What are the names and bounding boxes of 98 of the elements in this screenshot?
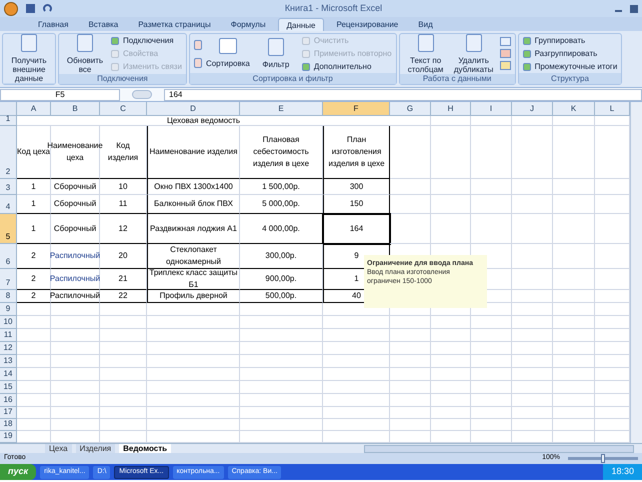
table-cell: Распилочный (51, 244, 100, 269)
column-header[interactable]: F (323, 102, 390, 116)
row-header[interactable]: 14 (0, 368, 17, 381)
ribbon-tab[interactable]: Разметка страницы (130, 18, 219, 31)
column-header[interactable]: I (471, 102, 512, 116)
row-header[interactable]: 2 (0, 126, 17, 179)
table-cell: 4 000,00р. (240, 214, 323, 244)
group-label: Структура (550, 74, 589, 82)
table-cell: 10 (100, 179, 147, 195)
table-cell: 5 000,00р. (240, 195, 323, 214)
ribbon-tab[interactable]: Вид (410, 18, 441, 31)
ribbon-tab[interactable]: Главная (30, 18, 76, 31)
table-cell: Окно ПВХ 1300x1400 (147, 179, 240, 195)
table-cell: 164 (323, 214, 390, 244)
column-heading: План изготовления изделия в цехе (323, 126, 390, 179)
column-heading: Плановая себестоимость изделия в цехе (240, 126, 323, 179)
row-header[interactable]: 13 (0, 355, 17, 368)
table-cell: Сборочный (51, 214, 100, 244)
table-cell: Раздвижная лоджия А1 (147, 214, 240, 244)
row-header[interactable]: 19 (0, 431, 17, 443)
table-cell: 12 (100, 214, 147, 244)
ribbon-button[interactable]: Обновить все (63, 34, 107, 74)
table-cell: 2 (17, 290, 51, 303)
ribbon-tab[interactable]: Рецензирование (328, 18, 406, 31)
clock: 18:30 (611, 465, 634, 478)
ribbon-button[interactable]: Текст по столбцам (404, 34, 448, 74)
column-header[interactable]: K (553, 102, 595, 116)
ribbon-tab[interactable]: Формулы (222, 18, 274, 31)
column-header[interactable]: E (240, 102, 323, 116)
table-cell: 1 (17, 179, 51, 195)
sheet-tab[interactable]: Цеха (45, 444, 72, 454)
ribbon-button[interactable]: Получить внешние данные (7, 34, 51, 83)
ribbon-button[interactable]: Группировать (522, 36, 618, 46)
sort-button[interactable]: Сортировка (206, 38, 250, 70)
ribbon-tab[interactable]: Данные (278, 18, 324, 31)
column-header[interactable]: A (17, 102, 51, 116)
table-cell: Сборочный (51, 179, 100, 195)
column-heading: Наименование изделия (147, 126, 240, 179)
row-header[interactable]: 9 (0, 303, 17, 316)
formula-field[interactable]: 164 (164, 88, 642, 100)
table-cell: 1 500,00р. (240, 179, 323, 195)
table-cell: Распилочный (51, 269, 100, 290)
table-cell: 500,00р. (240, 290, 323, 303)
row-header[interactable]: 1 (0, 116, 17, 126)
ribbon-button[interactable]: Удалить дубликаты (452, 34, 496, 74)
table-cell: 22 (100, 290, 147, 303)
row-header[interactable]: 8 (0, 290, 17, 303)
table-cell: Профиль дверной (147, 290, 240, 303)
row-header[interactable]: 18 (0, 419, 17, 431)
column-header[interactable]: B (51, 102, 100, 116)
table-cell: 11 (100, 195, 147, 214)
group-label: Подключения (97, 75, 148, 83)
column-header[interactable]: H (431, 102, 471, 116)
table-cell: 2 (17, 244, 51, 269)
sheet-title: Цеховая ведомость (166, 116, 240, 124)
ribbon-tab[interactable]: Вставка (80, 18, 126, 31)
table-cell: Стеклопакет однокамерный (147, 244, 240, 269)
table-cell: Триплекс класс защиты Б1 (147, 269, 240, 290)
row-header[interactable]: 10 (0, 316, 17, 329)
start-button[interactable]: пуск (0, 464, 36, 480)
window-title: Книга1 - Microsoft Excel (284, 2, 384, 15)
ribbon-button[interactable]: Разгруппировать (522, 48, 618, 58)
table-cell: 300 (323, 179, 390, 195)
row-header[interactable]: 5 (0, 214, 17, 244)
group-label: Сортировка и фильтр (252, 74, 333, 82)
table-cell: 150 (323, 195, 390, 214)
ribbon-button[interactable]: Фильтр (254, 38, 298, 69)
table-cell: 1 (17, 214, 51, 244)
column-header[interactable]: D (147, 102, 240, 116)
table-cell: Сборочный (51, 195, 100, 214)
table-cell: 900,00р. (240, 269, 323, 290)
row-header[interactable]: 7 (0, 269, 17, 290)
sheet-tab[interactable]: Ведомость (119, 444, 172, 454)
group-label: Работа с данными (422, 75, 492, 83)
table-cell: 20 (100, 244, 147, 269)
column-header[interactable]: L (595, 102, 630, 116)
row-header[interactable]: 3 (0, 179, 17, 195)
table-cell: 1 (17, 195, 51, 214)
row-header[interactable]: 11 (0, 329, 17, 342)
row-header[interactable]: 12 (0, 342, 17, 355)
row-header[interactable]: 4 (0, 195, 17, 214)
table-cell: 21 (100, 269, 147, 290)
ribbon-button[interactable]: Подключения (111, 36, 182, 46)
ribbon-button[interactable]: Дополнительно (302, 62, 392, 72)
row-header[interactable]: 17 (0, 407, 17, 419)
column-header[interactable]: J (512, 102, 553, 116)
sheet-tab[interactable]: Изделия (76, 444, 116, 454)
row-header[interactable]: 16 (0, 394, 17, 407)
row-header[interactable]: 6 (0, 244, 17, 269)
ribbon-button[interactable]: Промежуточные итоги (522, 62, 618, 72)
table-cell: 2 (17, 269, 51, 290)
table-cell: Балконный блок ПВХ (147, 195, 240, 214)
table-cell: Распилочный (51, 290, 100, 303)
name-box[interactable]: F5 (0, 88, 120, 100)
row-header[interactable]: 15 (0, 381, 17, 394)
table-cell: 300,00р. (240, 244, 323, 269)
column-header[interactable]: C (100, 102, 147, 116)
column-header[interactable]: G (390, 102, 431, 116)
